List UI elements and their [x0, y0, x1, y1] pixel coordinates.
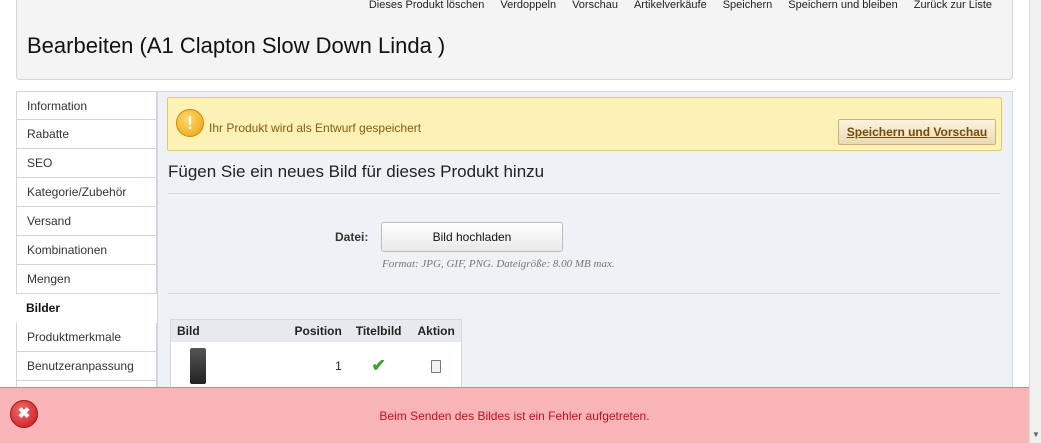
scrollbar[interactable]: ▼: [1029, 0, 1041, 443]
tab-seo[interactable]: SEO: [16, 149, 157, 178]
back-to-list-button[interactable]: Zurück zur Liste: [906, 0, 1000, 15]
toolbar-label: Dieses Produkt löschen: [368, 0, 485, 11]
col-image: Bild: [177, 324, 200, 338]
toolbar-label: Speichern und bleiben: [788, 0, 898, 11]
sales-button[interactable]: Artikelverkäufe: [626, 0, 715, 15]
error-banner: ✖ Beim Senden des Bildes ist ein Fehler …: [0, 387, 1029, 443]
cell-image: [171, 342, 280, 390]
toolbar-label: Speichern: [722, 0, 773, 11]
col-action: Aktion: [417, 324, 455, 338]
cell-cover: ✔: [346, 342, 412, 390]
divider: [168, 193, 1000, 194]
sidebar: Information Rabatte SEO Kategorie/Zubehö…: [16, 91, 157, 410]
tab-quantities[interactable]: Mengen: [16, 265, 157, 294]
toolbar-label: Verdoppeln: [500, 0, 557, 11]
section-title: Fügen Sie ein neues Bild für dieses Prod…: [168, 162, 545, 181]
tab-images[interactable]: Bilder: [16, 294, 157, 323]
toolbar: Dieses Produkt löschen Verdoppeln Vorsch…: [361, 0, 1000, 15]
cell-position: 1: [335, 359, 342, 373]
toolbar-label: Artikelverkäufe: [633, 0, 707, 11]
tab-combinations[interactable]: Kombinationen: [16, 236, 157, 265]
toolbar-label: Zurück zur Liste: [913, 0, 992, 11]
save-button[interactable]: Speichern: [715, 0, 781, 15]
tab-features[interactable]: Produktmerkmale: [16, 323, 157, 352]
col-position: Position: [294, 324, 342, 338]
error-text: Beim Senden des Bildes ist ein Fehler au…: [379, 409, 650, 423]
tab-customization[interactable]: Benutzeranpassung: [16, 352, 157, 381]
warning-icon: !: [176, 109, 204, 137]
tab-shipping[interactable]: Versand: [16, 207, 157, 236]
warning-text: Ihr Produkt wird als Entwurf gespeichert: [209, 121, 422, 135]
file-label: Datei:: [335, 230, 369, 244]
upload-hint: Format: JPG, GIF, PNG. Dateigröße: 8.00 …: [382, 258, 615, 270]
draft-warning: ! Ihr Produkt wird als Entwurf gespeiche…: [167, 97, 1002, 151]
col-cover: Titelbild: [355, 324, 402, 338]
preview-button[interactable]: Vorschau: [564, 0, 626, 15]
scroll-down-icon[interactable]: ▼: [1032, 430, 1040, 439]
tab-discounts[interactable]: Rabatte: [16, 120, 157, 149]
save-and-stay-button[interactable]: Speichern und bleiben: [780, 0, 905, 15]
delete-product-button[interactable]: Dieses Produkt löschen: [361, 0, 493, 15]
page-title: Bearbeiten (A1 Clapton Slow Down Linda ): [27, 33, 446, 58]
tab-category[interactable]: Kategorie/Zubehör: [16, 178, 157, 207]
image-table: Bild Position Titelbild Aktion 1 ✔: [170, 319, 462, 391]
tab-information[interactable]: Information: [16, 91, 157, 120]
duplicate-button[interactable]: Verdoppeln: [492, 0, 564, 15]
header-panel: Dieses Produkt löschen Verdoppeln Vorsch…: [16, 0, 1013, 80]
divider: [168, 293, 1000, 294]
upload-image-button[interactable]: Bild hochladen: [381, 222, 563, 252]
checkmark-icon[interactable]: ✔: [371, 356, 385, 375]
trash-icon[interactable]: [431, 360, 442, 374]
toolbar-label: Vorschau: [572, 0, 618, 11]
table-header: Bild Position Titelbild Aktion: [171, 320, 461, 342]
product-thumbnail[interactable]: [190, 348, 206, 384]
cell-action: [411, 342, 461, 390]
save-and-preview-button[interactable]: Speichern und Vorschau: [838, 119, 996, 145]
table-row: 1 ✔: [171, 342, 461, 390]
